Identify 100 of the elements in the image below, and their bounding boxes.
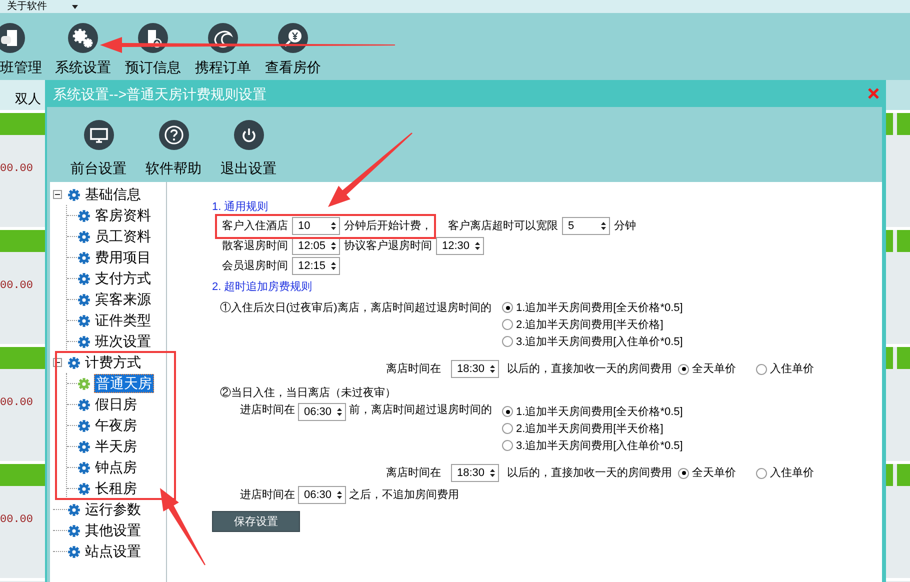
radio-button[interactable]: [678, 468, 689, 478]
tree-item[interactable]: 客房资料: [94, 207, 152, 224]
toolbar-button[interactable]: 查看房价: [264, 23, 322, 75]
form-label: 之后，不追加房间费用: [349, 488, 459, 502]
tree-item[interactable]: 假日房: [94, 396, 138, 413]
radio-button[interactable]: [756, 468, 767, 478]
tree-item[interactable]: 基础信息: [84, 186, 142, 203]
tree-item[interactable]: 费用项目: [94, 249, 152, 266]
toolbar-button[interactable]: 软件帮助: [136, 120, 211, 176]
tree-item[interactable]: 证件类型: [94, 312, 152, 329]
card-header: [897, 113, 910, 135]
radio-label[interactable]: 全天单价: [692, 362, 736, 376]
radio-button[interactable]: [502, 440, 513, 451]
form-label: ②当日入住，当日离店（未过夜审）: [220, 386, 396, 400]
tree-item[interactable]: 普通天房: [94, 374, 154, 393]
price-text: 00.00: [0, 163, 34, 175]
toolbar-button[interactable]: 系统设置: [54, 23, 112, 75]
time-field[interactable]: 12:15: [292, 257, 340, 275]
gear-icon: [77, 334, 91, 348]
radio-label[interactable]: 全天单价: [692, 466, 736, 480]
tree-item[interactable]: 宾客来源: [94, 291, 152, 308]
toolbar-button[interactable]: 退出设置: [211, 120, 286, 176]
radio-label[interactable]: 1.追加半天房间费用[全天价格*0.5]: [516, 404, 683, 418]
room-card[interactable]: [886, 230, 910, 347]
power-icon: [234, 120, 264, 150]
gear-icon: [77, 418, 91, 432]
radio-label[interactable]: 1.追加半天房间费用[全天价格*0.5]: [516, 300, 683, 314]
tree-item[interactable]: 长租房: [94, 480, 138, 497]
toolbar-button[interactable]: 前台设置: [61, 120, 136, 176]
expand-toggle[interactable]: [53, 190, 62, 199]
radio-label[interactable]: 2.追加半天房间费用[半天价格]: [516, 318, 664, 332]
tree-item[interactable]: 员工资料: [94, 228, 152, 245]
radio-label[interactable]: 3.追加半天房间费用[入住单价*0.5]: [516, 438, 683, 452]
tree-item[interactable]: 午夜房: [94, 417, 138, 434]
card-header: [897, 464, 910, 486]
tree-item[interactable]: 计费方式: [84, 354, 142, 371]
form-label: 离店时间在: [386, 466, 441, 480]
close-button[interactable]: [866, 86, 880, 100]
radio-button[interactable]: [502, 302, 513, 313]
tree-item[interactable]: 班次设置: [94, 333, 152, 350]
gear-icon: [77, 314, 91, 328]
spin-arrows-icon: [331, 221, 336, 231]
tree-item[interactable]: 支付方式: [94, 270, 152, 287]
card-header: [897, 230, 910, 252]
radio-button[interactable]: [756, 364, 767, 374]
tab-label[interactable]: 双人: [15, 91, 41, 107]
header-strip: [886, 80, 910, 113]
gear-icon: [67, 356, 81, 370]
radio-label[interactable]: 3.追加半天房间费用[入住单价*0.5]: [516, 334, 683, 348]
radio-button[interactable]: [502, 406, 513, 417]
form-label: 分钟后开始计费，: [344, 219, 432, 233]
save-button[interactable]: 保存设置: [212, 511, 300, 532]
time-field[interactable]: 12:30: [436, 237, 484, 255]
form-label: 以后的，直接加收一天的房间费用: [507, 466, 672, 480]
time-field[interactable]: 18:30: [451, 464, 499, 482]
time-field[interactable]: 10: [292, 217, 340, 235]
spin-arrows-icon: [337, 490, 342, 500]
gear-icon: [67, 502, 81, 516]
section-heading: 2. 超时追加房费规则: [212, 280, 314, 295]
form-label: 以后的，直接加收一天的房间费用: [507, 362, 672, 376]
gear-icon: [67, 188, 81, 202]
time-field[interactable]: 5: [562, 217, 610, 235]
spin-arrows-icon: [331, 261, 336, 271]
gear-icon: [77, 440, 91, 454]
radio-label[interactable]: 入住单价: [770, 466, 814, 480]
gear-icon: [67, 544, 81, 558]
radio-label[interactable]: 2.追加半天房间费用[半天价格]: [516, 422, 664, 436]
spin-arrows-icon: [475, 241, 480, 251]
room-card[interactable]: [886, 113, 910, 230]
tree-item[interactable]: 站点设置: [84, 543, 142, 560]
tree-item[interactable]: 半天房: [94, 438, 138, 455]
toolbar-button[interactable]: 班管理: [0, 23, 42, 75]
form-label: 客户离店超时可以宽限: [448, 219, 558, 233]
magnifier-icon: [278, 23, 308, 53]
form-label: 前，离店时间超过退房时间的: [349, 403, 492, 417]
radio-label[interactable]: 入住单价: [770, 362, 814, 376]
room-card[interactable]: [886, 347, 910, 464]
tree-item[interactable]: 钟点房: [94, 459, 138, 476]
room-card[interactable]: [886, 464, 910, 581]
time-field[interactable]: 06:30: [298, 486, 346, 504]
close-icon: [868, 88, 878, 99]
radio-button[interactable]: [678, 364, 689, 374]
radio-button[interactable]: [502, 423, 513, 434]
form-label: 分钟: [614, 219, 636, 233]
section-heading: 1. 通用规则: [212, 200, 270, 215]
time-field[interactable]: 06:30: [298, 403, 346, 421]
time-field[interactable]: 18:30: [451, 360, 499, 378]
help-icon: [158, 120, 188, 150]
form-label: 客户入住酒店: [222, 219, 288, 233]
radio-button[interactable]: [502, 336, 513, 347]
caret-icon: [72, 4, 78, 8]
settings-icon: [68, 23, 98, 53]
menu-item[interactable]: 关于软件: [7, 0, 47, 13]
form-label: ①入住后次日(过夜审后)离店，离店时间超过退房时间的: [220, 302, 492, 314]
price-text: 00.00: [0, 514, 34, 526]
gear-icon: [77, 230, 91, 244]
form-label: 离店时间在: [386, 362, 441, 376]
tree-item[interactable]: 运行参数: [84, 501, 142, 518]
radio-button[interactable]: [502, 319, 513, 330]
tree-item[interactable]: 其他设置: [84, 522, 142, 539]
